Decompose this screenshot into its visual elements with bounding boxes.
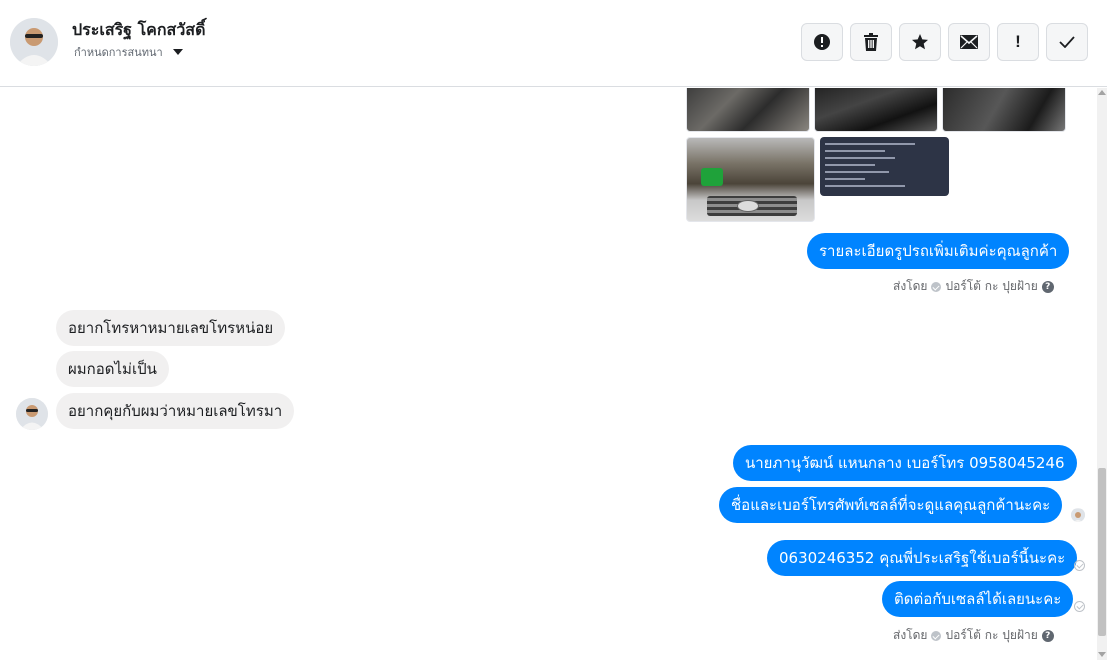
scrollbar-thumb[interactable]	[1098, 468, 1106, 636]
check-circle-icon	[931, 630, 942, 641]
sent-by-label: ส่งโดย ปอร์โต้ กะ ปุยฝ้าย ?	[893, 626, 1054, 645]
chevron-down-icon	[172, 49, 183, 55]
message-incoming[interactable]: อยากโทรหาหมายเลขโทรหน่อย	[56, 310, 286, 346]
star-button[interactable]	[899, 23, 941, 61]
trash-icon	[864, 33, 878, 51]
car-spec-document-image[interactable]	[820, 137, 949, 196]
exclamation-icon: !	[1015, 32, 1021, 51]
car-photo-front-seats[interactable]	[814, 88, 938, 132]
spam-button[interactable]	[801, 23, 843, 61]
delete-button[interactable]	[850, 23, 892, 61]
delivered-icon	[1074, 560, 1085, 571]
mark-unread-button[interactable]	[948, 23, 990, 61]
sent-by-label: ส่งโดย ปอร์โต้ กะ ปุยฝ้าย ?	[893, 277, 1054, 296]
contact-avatar-small[interactable]	[16, 398, 48, 430]
check-circle-icon	[931, 281, 942, 292]
message-incoming[interactable]: ผมกอดไม่เป็น	[56, 351, 169, 387]
check-icon	[1059, 36, 1075, 48]
contact-avatar[interactable]	[10, 18, 58, 66]
message-outgoing[interactable]: รายละเอียดรูปรถเพิ่มเติมค่ะคุณลูกค้า	[807, 233, 1070, 269]
alert-circle-icon	[814, 34, 830, 50]
message-outgoing[interactable]: ชื่อและเบอร์โทรศัพท์เซลล์ที่จะดูแลคุณลูก…	[719, 487, 1063, 523]
envelope-icon	[960, 35, 978, 49]
message-outgoing[interactable]: 0630246352 คุณพี่ประเสริฐใช้เบอร์นี้นะคะ	[767, 540, 1078, 576]
assign-label: กำหนดการสนทนา	[74, 46, 163, 59]
car-photo-engine[interactable]	[686, 137, 815, 222]
follow-up-button[interactable]: !	[997, 23, 1039, 61]
star-icon	[912, 34, 928, 50]
assign-conversation-dropdown[interactable]: กำหนดการสนทนา	[74, 43, 183, 61]
thread-scrollbar[interactable]	[1097, 88, 1107, 660]
seen-avatar	[1071, 508, 1085, 522]
car-photo-rear-seats[interactable]	[942, 88, 1066, 132]
conversation-toolbar: !	[801, 23, 1088, 61]
car-photo-steering[interactable]	[686, 88, 810, 132]
help-icon[interactable]: ?	[1041, 280, 1054, 293]
message-outgoing[interactable]: นายภานุวัฒน์ แหนกลาง เบอร์โทร 0958045246	[733, 445, 1077, 481]
mark-done-button[interactable]	[1046, 23, 1088, 61]
scroll-down-arrow-icon[interactable]	[1098, 652, 1106, 657]
scroll-up-arrow-icon[interactable]	[1098, 90, 1106, 95]
conversation-header: ประเสริฐ โคกสวัสดิ์ กำหนดการสนทนา !	[0, 0, 1107, 87]
agent-name[interactable]: ปอร์โต้ กะ ปุยฝ้าย	[945, 277, 1037, 296]
message-thread[interactable]: รายละเอียดรูปรถเพิ่มเติมค่ะคุณลูกค้า ส่ง…	[0, 88, 1097, 660]
help-icon[interactable]: ?	[1041, 629, 1054, 642]
agent-name[interactable]: ปอร์โต้ กะ ปุยฝ้าย	[945, 626, 1037, 645]
delivered-icon	[1074, 601, 1085, 612]
message-incoming[interactable]: อยากคุยกับผมว่าหมายเลขโทรมา	[56, 393, 295, 429]
message-outgoing[interactable]: ติดต่อกับเซลล์ได้เลยนะคะ	[882, 581, 1074, 617]
contact-name[interactable]: ประเสริฐ โคกสวัสดิ์	[72, 18, 205, 43]
